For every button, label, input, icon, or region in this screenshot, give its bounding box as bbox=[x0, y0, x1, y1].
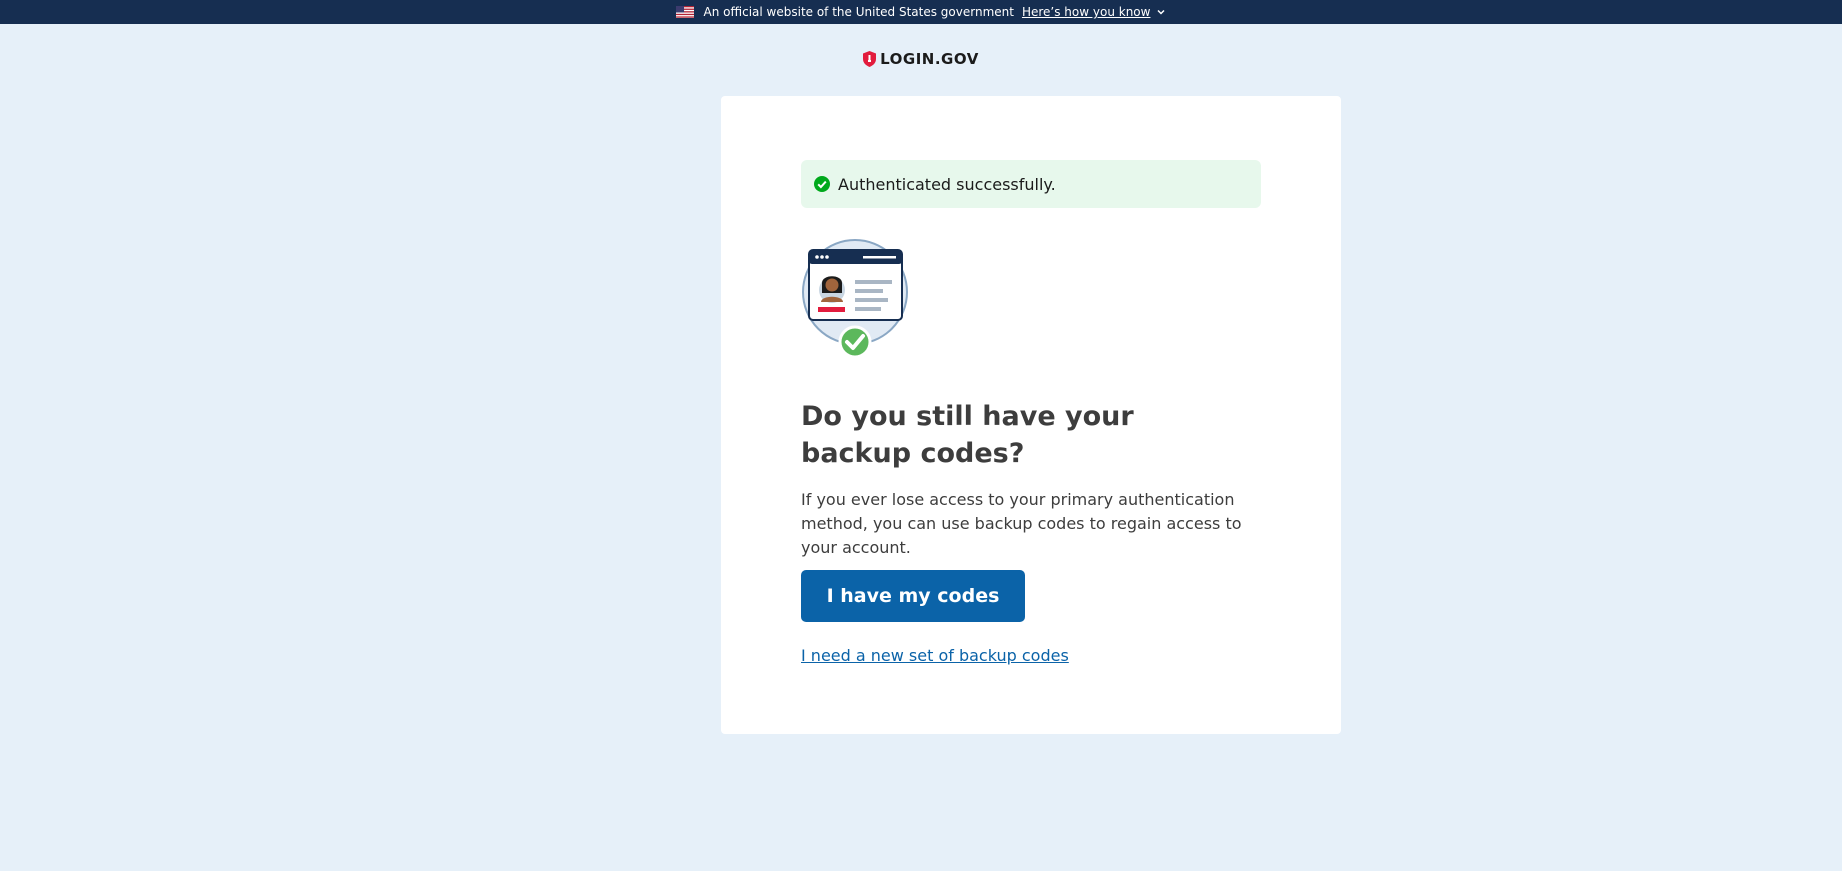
id-card-check-illustration bbox=[802, 239, 908, 358]
banner-text: An official website of the United States… bbox=[703, 5, 1014, 19]
page-heading: Do you still have your backup codes? bbox=[801, 401, 1134, 469]
logo-text: LOGIN.GOV bbox=[880, 50, 979, 68]
banner-link-label: Here’s how you know bbox=[1021, 5, 1151, 19]
check-circle-icon bbox=[814, 176, 830, 192]
gov-banner: An official website of the United States… bbox=[0, 0, 1842, 24]
chevron-down-icon bbox=[1157, 9, 1165, 15]
i-have-my-codes-button[interactable]: I have my codes bbox=[801, 570, 1025, 622]
us-flag-icon bbox=[675, 6, 694, 18]
heres-how-you-know-link[interactable]: Here’s how you know bbox=[1022, 5, 1167, 19]
alert-message: Authenticated successfully. bbox=[838, 174, 1056, 194]
page-description: If you ever lose access to your primary … bbox=[801, 490, 1242, 557]
main-card: Authenticated successfully. Do you still… bbox=[721, 96, 1341, 734]
login-gov-logo[interactable]: LOGIN.GOV bbox=[0, 50, 1842, 68]
success-alert: Authenticated successfully. bbox=[801, 160, 1261, 208]
shield-logo-icon bbox=[863, 51, 877, 67]
new-backup-codes-link[interactable]: I need a new set of backup codes bbox=[801, 646, 1069, 665]
